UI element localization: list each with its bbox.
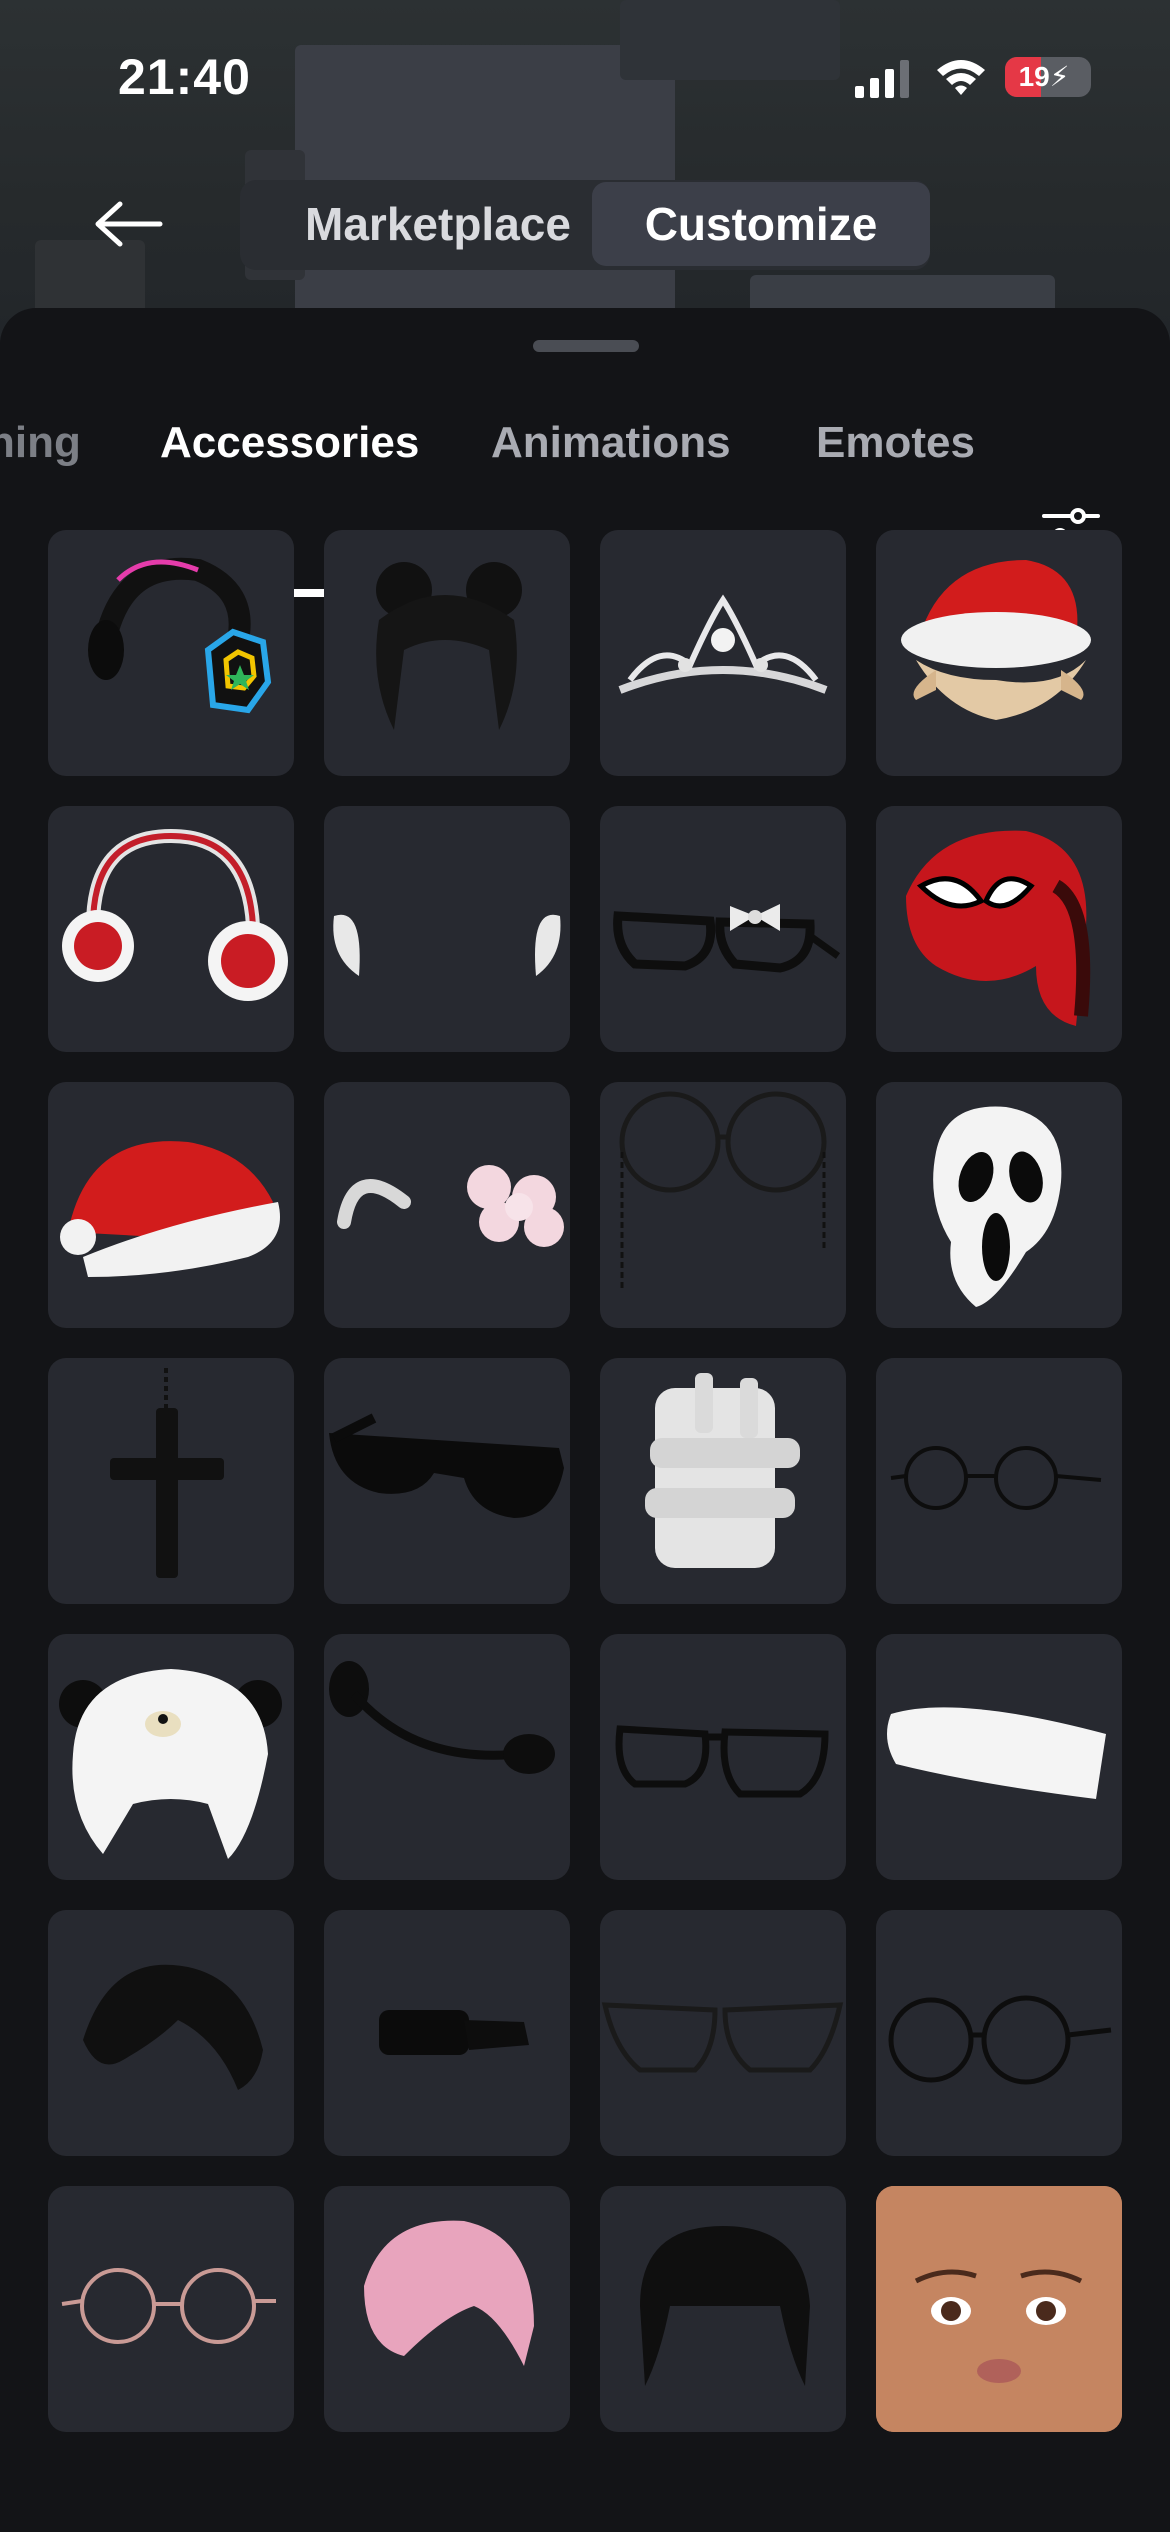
- cat-ears-pink-bow-item[interactable]: [324, 1082, 570, 1328]
- battery-charging-icon: 19⚡: [1005, 57, 1091, 97]
- black-bob-hair-item[interactable]: [600, 2186, 846, 2432]
- neon-headphones-item[interactable]: [48, 530, 294, 776]
- white-headband-item[interactable]: [876, 1634, 1122, 1880]
- sheet-drag-handle[interactable]: [533, 340, 639, 352]
- silver-tiara-item[interactable]: [600, 530, 846, 776]
- tab-clothing[interactable]: ning: [0, 403, 81, 483]
- round-wire-glasses-item[interactable]: [876, 1910, 1122, 2156]
- black-cross-necklace-item[interactable]: [48, 1358, 294, 1604]
- black-sunglasses-item[interactable]: [324, 1358, 570, 1604]
- battery-level: 19⚡: [1018, 61, 1070, 92]
- tab-accessories[interactable]: Accessories: [160, 403, 419, 483]
- status-time: 21:40: [118, 49, 251, 105]
- segmented-control: Marketplace Customize: [240, 180, 930, 270]
- status-bar: 21:40 19⚡: [0, 0, 1170, 150]
- santa-hat-blonde-hair-item[interactable]: [876, 530, 1122, 776]
- tab-emotes[interactable]: Emotes: [816, 403, 975, 483]
- white-horns-item[interactable]: [324, 806, 570, 1052]
- tab-animations[interactable]: Animations: [491, 403, 731, 483]
- headset-mic-item[interactable]: [324, 1634, 570, 1880]
- red-earmuffs-item[interactable]: [48, 806, 294, 1052]
- face-makeup-item[interactable]: [876, 2186, 1122, 2432]
- segment-customize[interactable]: Customize: [592, 182, 930, 266]
- black-cat-eye-glasses-item[interactable]: [600, 1910, 846, 2156]
- ghost-mask-item[interactable]: [876, 1082, 1122, 1328]
- white-bandage-item[interactable]: [600, 1358, 846, 1604]
- signal-icon: [855, 60, 909, 98]
- customize-sheet: ning Accessories Animations Emotes: [0, 308, 1170, 2532]
- rose-gold-round-glasses-item[interactable]: [48, 2186, 294, 2432]
- panda-hat-item[interactable]: [48, 1634, 294, 1880]
- black-bangs-hair-item[interactable]: [48, 1910, 294, 2156]
- pink-bangs-hair-item[interactable]: [324, 2186, 570, 2432]
- segment-marketplace[interactable]: Marketplace: [268, 180, 608, 268]
- arrow-left-icon[interactable]: [92, 198, 164, 250]
- thin-round-glasses-item[interactable]: [876, 1358, 1122, 1604]
- red-santa-hat-item[interactable]: [48, 1082, 294, 1328]
- spider-hat-item[interactable]: [876, 806, 1122, 1052]
- black-rectangle-glasses-item[interactable]: [600, 1634, 846, 1880]
- slim-sunglasses-item[interactable]: [324, 1910, 570, 2156]
- wifi-icon: [937, 60, 985, 95]
- black-glasses-bow-item[interactable]: [600, 806, 846, 1052]
- round-glasses-chain-item[interactable]: [600, 1082, 846, 1328]
- category-tabs: ning Accessories Animations Emotes: [0, 403, 1170, 597]
- black-space-buns-hair-item[interactable]: [324, 530, 570, 776]
